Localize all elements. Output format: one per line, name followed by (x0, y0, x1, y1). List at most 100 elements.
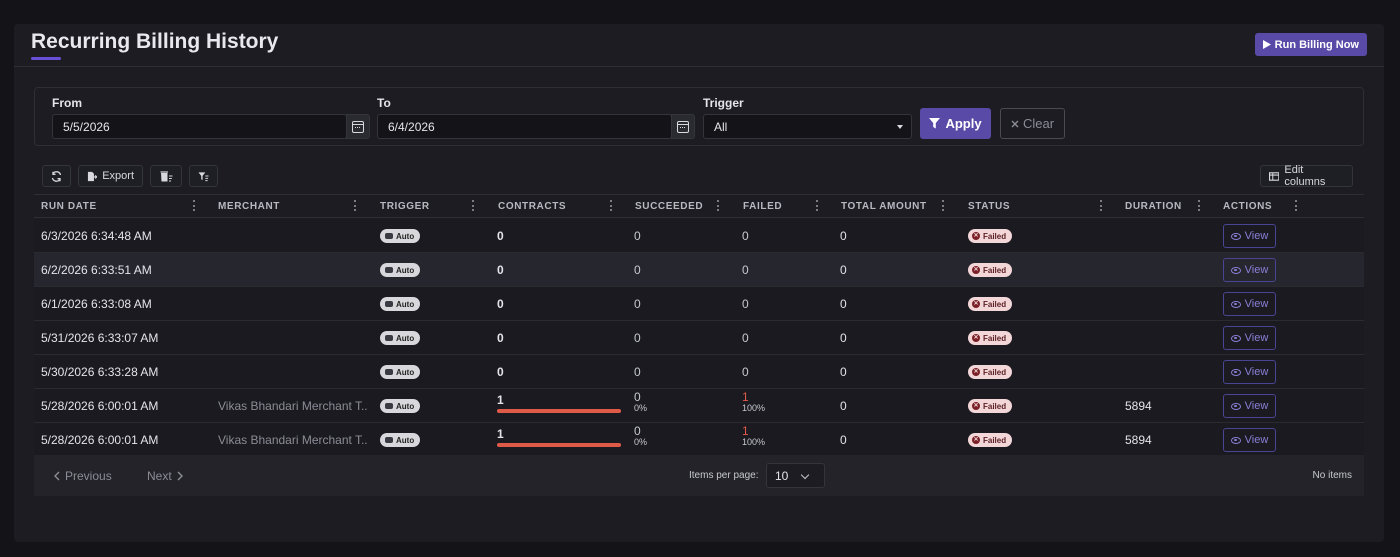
column-menu-icon[interactable] (1197, 200, 1200, 211)
view-button[interactable]: View (1223, 326, 1276, 350)
status-label: Failed (983, 333, 1007, 343)
run-date-cell: 5/28/2026 6:00:01 AM (41, 398, 159, 413)
column-menu-icon[interactable] (353, 200, 356, 211)
column-menu-icon[interactable] (471, 200, 474, 211)
columns-icon (1269, 171, 1280, 181)
column-menu-icon[interactable] (941, 200, 944, 211)
refresh-button[interactable] (42, 165, 71, 187)
robot-icon (385, 335, 393, 341)
column-menu-icon[interactable] (609, 200, 612, 211)
table-row[interactable]: 5/31/2026 6:33:07 AM Auto 0 0 0 0 ✕ Failed View (34, 321, 1364, 355)
filter-panel: From 5/5/2026 To 6/4/2026 Trigger All Ap… (34, 87, 1364, 146)
total-amount-cell: 0 (840, 364, 847, 379)
to-calendar-button[interactable] (671, 114, 695, 139)
trigger-label: Trigger (703, 96, 744, 110)
export-button[interactable]: Export (78, 165, 143, 187)
failed-x-icon: ✕ (972, 334, 980, 342)
succeeded-count: 0 (634, 390, 641, 404)
from-label: From (52, 96, 82, 110)
col-duration[interactable]: DURATION (1125, 195, 1182, 217)
failed-percent: 100% (742, 437, 766, 447)
failed-x-icon: ✕ (972, 300, 980, 308)
failed-cell: 0 (742, 296, 749, 311)
total-amount-cell: 0 (840, 228, 847, 243)
table-row[interactable]: 6/2/2026 6:33:51 AM Auto 0 0 0 0 ✕ Failed View (34, 253, 1364, 287)
column-menu-icon[interactable] (815, 200, 818, 211)
view-button[interactable]: View (1223, 428, 1276, 452)
view-button[interactable]: View (1223, 224, 1276, 248)
failed-count: 1 (742, 390, 749, 404)
status-badge: ✕ Failed (968, 365, 1013, 379)
clear-sort-button[interactable] (150, 165, 182, 187)
page-header: Recurring Billing History Run Billing No… (14, 24, 1384, 67)
failed-cell: 1 100% (742, 425, 766, 447)
to-label: To (377, 96, 391, 110)
view-label: View (1244, 366, 1269, 378)
table-row[interactable]: 5/28/2026 6:00:01 AM Vikas Bhandari Merch… (34, 389, 1364, 423)
to-date-input[interactable]: 6/4/2026 (377, 114, 672, 139)
status-label: Failed (983, 265, 1007, 275)
eye-icon (1230, 232, 1241, 240)
view-button[interactable]: View (1223, 360, 1276, 384)
status-label: Failed (983, 435, 1007, 445)
table-row[interactable]: 6/1/2026 6:33:08 AM Auto 0 0 0 0 ✕ Failed View (34, 287, 1364, 321)
col-status[interactable]: STATUS (968, 195, 1010, 217)
table-row[interactable]: 6/3/2026 6:34:48 AM Auto 0 0 0 0 ✕ Failed View (34, 219, 1364, 253)
trigger-chip-label: Auto (396, 265, 415, 275)
close-icon (1011, 120, 1019, 127)
trigger-chip-label: Auto (396, 333, 415, 343)
from-date-input[interactable]: 5/5/2026 (52, 114, 347, 139)
run-billing-now-button[interactable]: Run Billing Now (1254, 33, 1367, 56)
column-menu-icon[interactable] (192, 200, 195, 211)
col-succeeded[interactable]: SUCCEEDED (635, 195, 703, 217)
previous-label: Previous (65, 468, 112, 483)
col-actions[interactable]: ACTIONS (1223, 195, 1272, 217)
view-button[interactable]: View (1223, 394, 1276, 418)
merchant-cell (218, 355, 368, 388)
duration-cell: 5894 (1125, 432, 1152, 447)
col-merchant[interactable]: MERCHANT (218, 195, 280, 217)
previous-button[interactable]: Previous (54, 455, 112, 496)
column-menu-icon[interactable] (1294, 200, 1297, 211)
column-menu-icon[interactable] (716, 200, 719, 211)
contracts-cell: 0 (497, 228, 504, 243)
grid-toolbar: Export Edit columns (34, 159, 1364, 193)
status-label: Failed (983, 231, 1007, 241)
eye-icon (1230, 334, 1241, 342)
from-calendar-button[interactable] (346, 114, 370, 139)
apply-button[interactable]: Apply (920, 108, 991, 139)
delete-sort-icon (160, 170, 172, 182)
trigger-chip: Auto (380, 263, 421, 277)
col-trigger[interactable]: TRIGGER (380, 195, 430, 217)
table-row[interactable]: 5/28/2026 6:00:01 AM Vikas Bhandari Merch… (34, 423, 1364, 457)
clear-button[interactable]: Clear (1000, 108, 1065, 139)
eye-icon (1230, 266, 1241, 274)
failed-x-icon: ✕ (972, 402, 980, 410)
failed-cell: 0 (742, 364, 749, 379)
col-total-amount[interactable]: TOTAL AMOUNT (841, 195, 927, 217)
trigger-chip-label: Auto (396, 401, 415, 411)
succeeded-cell: 0 (634, 296, 641, 311)
col-contracts[interactable]: CONTRACTS (498, 195, 566, 217)
items-per-page-select[interactable]: 10 (766, 463, 825, 488)
failure-progress-bar (497, 443, 621, 447)
chevron-down-icon (800, 470, 810, 480)
edit-columns-button[interactable]: Edit columns (1260, 164, 1353, 188)
col-failed[interactable]: FAILED (743, 195, 782, 217)
next-button[interactable]: Next (147, 455, 183, 496)
clear-filters-button[interactable] (189, 165, 218, 187)
view-button[interactable]: View (1223, 292, 1276, 316)
total-amount-cell: 0 (840, 262, 847, 277)
failed-percent: 100% (742, 403, 766, 413)
status-badge: ✕ Failed (968, 331, 1013, 345)
trigger-select[interactable]: All (703, 114, 912, 139)
column-menu-icon[interactable] (1099, 200, 1102, 211)
view-button[interactable]: View (1223, 258, 1276, 282)
table-row[interactable]: 5/30/2026 6:33:28 AM Auto 0 0 0 0 ✕ Failed View (34, 355, 1364, 389)
filter-clear-icon (198, 171, 209, 181)
robot-icon (385, 369, 393, 375)
next-label: Next (147, 468, 172, 483)
run-date-cell: 5/30/2026 6:33:28 AM (41, 364, 159, 379)
col-run-date[interactable]: RUN DATE (41, 195, 97, 217)
edit-columns-label: Edit columns (1284, 164, 1326, 188)
